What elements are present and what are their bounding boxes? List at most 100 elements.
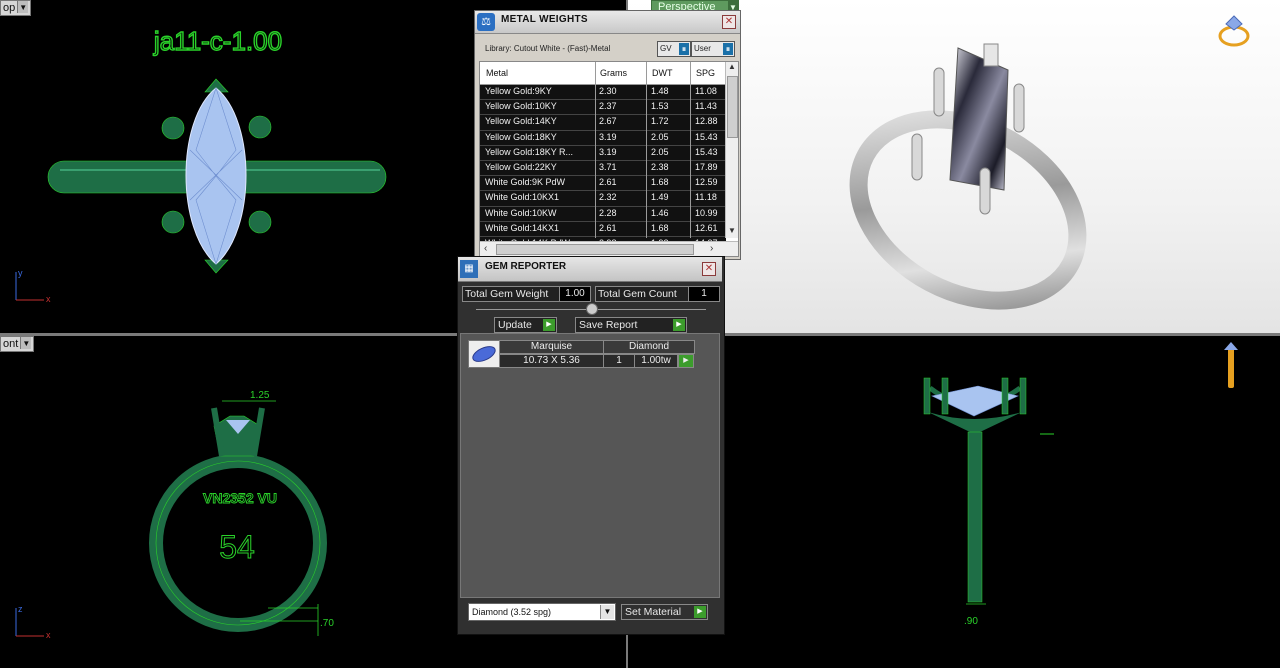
axis-x-label: x [46, 294, 51, 304]
cell-metal: White Gold:14KX1 [485, 222, 560, 233]
column-header[interactable]: SPG [696, 68, 715, 78]
user-toggle[interactable]: User ⏸ [691, 41, 735, 57]
cell-spg: 12.88 [695, 116, 718, 127]
update-button[interactable]: Update ▶ [494, 317, 557, 333]
scroll-left-icon[interactable]: ‹ [484, 243, 487, 254]
chevron-down-icon[interactable]: ▼ [17, 1, 29, 13]
cell-spg: 15.43 [695, 131, 718, 142]
cell-dwt: 1.53 [651, 101, 669, 112]
cell-grams: 3.71 [599, 161, 617, 172]
gv-label: GV [660, 44, 672, 53]
cell-metal: Yellow Gold:18KY R... [485, 146, 574, 157]
close-icon[interactable]: ✕ [702, 262, 716, 276]
gem-reporter-titlebar[interactable]: ▦ GEM REPORTER ✕ [458, 257, 722, 282]
cell-spg: 11.18 [695, 192, 717, 203]
metal-weights-table: Metal Grams DWT SPG Yellow Gold:9KY 2.30 1… [479, 61, 739, 257]
marquise-gem-icon[interactable] [468, 340, 500, 368]
gv-toggle[interactable]: GV ⏸ [657, 41, 691, 57]
material-select-value: Diamond (3.52 spg) [472, 607, 552, 617]
horizontal-scrollbar[interactable]: ‹ › [480, 241, 738, 256]
cell-metal: Yellow Gold:9KY [485, 86, 552, 96]
gem-weight: 1.00tw [634, 354, 678, 368]
cell-metal: White Gold:10KX1 [485, 192, 560, 203]
cell-grams: 2.61 [599, 177, 617, 188]
gem-shape: Marquise [499, 340, 604, 354]
scroll-thumb[interactable] [496, 244, 694, 255]
dimension-label: .70 [320, 618, 334, 629]
scroll-up-icon[interactable]: ▲ [726, 62, 738, 74]
cell-spg: 15.43 [695, 146, 718, 157]
scale-icon: ⚖ [477, 13, 495, 31]
cell-spg: 10.99 [695, 207, 718, 218]
save-report-button[interactable]: Save Report ▶ [575, 317, 687, 333]
chevron-down-icon[interactable]: ▼ [600, 605, 614, 619]
panel-title: GEM REPORTER [485, 261, 567, 272]
cell-grams: 3.19 [599, 146, 617, 157]
scroll-down-icon[interactable]: ▼ [726, 226, 738, 238]
panel-title: METAL WEIGHTS [501, 14, 588, 25]
scroll-right-icon[interactable]: › [710, 243, 713, 254]
play-icon: ▶ [543, 319, 555, 331]
cell-spg: 11.08 [695, 86, 717, 96]
cell-dwt: 2.05 [651, 131, 669, 142]
side-viewport[interactable]: .90 [628, 336, 1280, 668]
cell-dwt: 1.72 [651, 116, 669, 127]
ring-side-icon[interactable] [1224, 342, 1238, 388]
gem-reporter-panel: ▦ GEM REPORTER ✕ Total Gem Weight 1.00 T… [457, 256, 725, 635]
vertical-scrollbar[interactable]: ▲ ▼ [725, 62, 738, 238]
play-icon: ▶ [673, 319, 685, 331]
cell-grams: 2.32 [599, 192, 617, 203]
column-header[interactable]: DWT [652, 68, 673, 78]
user-label: User [694, 44, 711, 53]
close-icon[interactable]: ✕ [722, 15, 736, 29]
cell-metal: Yellow Gold:22KY [485, 161, 557, 172]
cell-grams: 2.61 [599, 222, 617, 233]
axis-y-label: y [18, 268, 23, 278]
save-report-label: Save Report [579, 319, 638, 331]
ring-icon[interactable] [1218, 15, 1250, 47]
cell-spg: 11.43 [695, 101, 717, 112]
viewport-name: ont [3, 338, 19, 350]
gem-list: Marquise Diamond 10.73 X 5.36 1 1.00tw ▶ [460, 333, 720, 598]
cell-dwt: 1.48 [651, 86, 669, 96]
cell-dwt: 2.38 [651, 161, 669, 172]
engrave-text: VN2352 VU [203, 490, 277, 506]
gem-count: 1 [603, 354, 635, 368]
axis-x-label: x [46, 630, 51, 640]
marquise-gem-render [949, 47, 1009, 191]
library-label: Library: Cutout White - (Fast)-Metal [485, 44, 611, 53]
axis-z-label: z [18, 604, 23, 614]
total-gem-weight-value: 1.00 [559, 286, 591, 302]
cell-grams: 3.19 [599, 131, 617, 142]
ring-size-text: 54 [219, 529, 255, 565]
gem-material: Diamond [603, 340, 695, 354]
column-header[interactable]: Grams [600, 68, 627, 78]
cell-grams: 2.28 [599, 207, 617, 218]
gem-detail-button[interactable]: ▶ [678, 354, 694, 368]
column-header[interactable]: Metal [486, 68, 508, 78]
viewport-name: op [3, 2, 16, 14]
splitter-handle[interactable] [586, 303, 598, 315]
cell-dwt: 1.46 [651, 207, 669, 218]
scroll-thumb[interactable] [727, 76, 738, 138]
set-material-label: Set Material [625, 606, 682, 618]
front-viewport-menu[interactable]: ont ▼ [0, 336, 35, 352]
model-name: ja11-c-1.00 [153, 26, 282, 56]
cell-metal: White Gold:10KW [485, 207, 557, 218]
set-material-button[interactable]: Set Material ▶ [621, 604, 708, 620]
prong [248, 210, 272, 234]
chevron-down-icon[interactable]: ▼ [20, 337, 32, 349]
metal-weights-titlebar[interactable]: ⚖ METAL WEIGHTS ✕ [475, 11, 740, 34]
cell-grams: 2.37 [599, 101, 617, 112]
cell-metal: White Gold:9K PdW [485, 177, 566, 188]
cell-metal: Yellow Gold:14KY [485, 116, 557, 127]
material-select[interactable]: Diamond (3.52 spg) ▼ [468, 603, 616, 621]
cell-dwt: 1.49 [651, 192, 669, 203]
cell-grams: 2.30 [599, 86, 617, 96]
top-viewport-menu[interactable]: op ▼ [0, 0, 32, 16]
total-gem-count-value: 1 [688, 286, 720, 302]
prong [248, 115, 272, 139]
metal-weights-panel: ⚖ METAL WEIGHTS ✕ Library: Cutout White … [474, 10, 741, 260]
prong [161, 116, 185, 140]
update-label: Update [498, 319, 532, 331]
